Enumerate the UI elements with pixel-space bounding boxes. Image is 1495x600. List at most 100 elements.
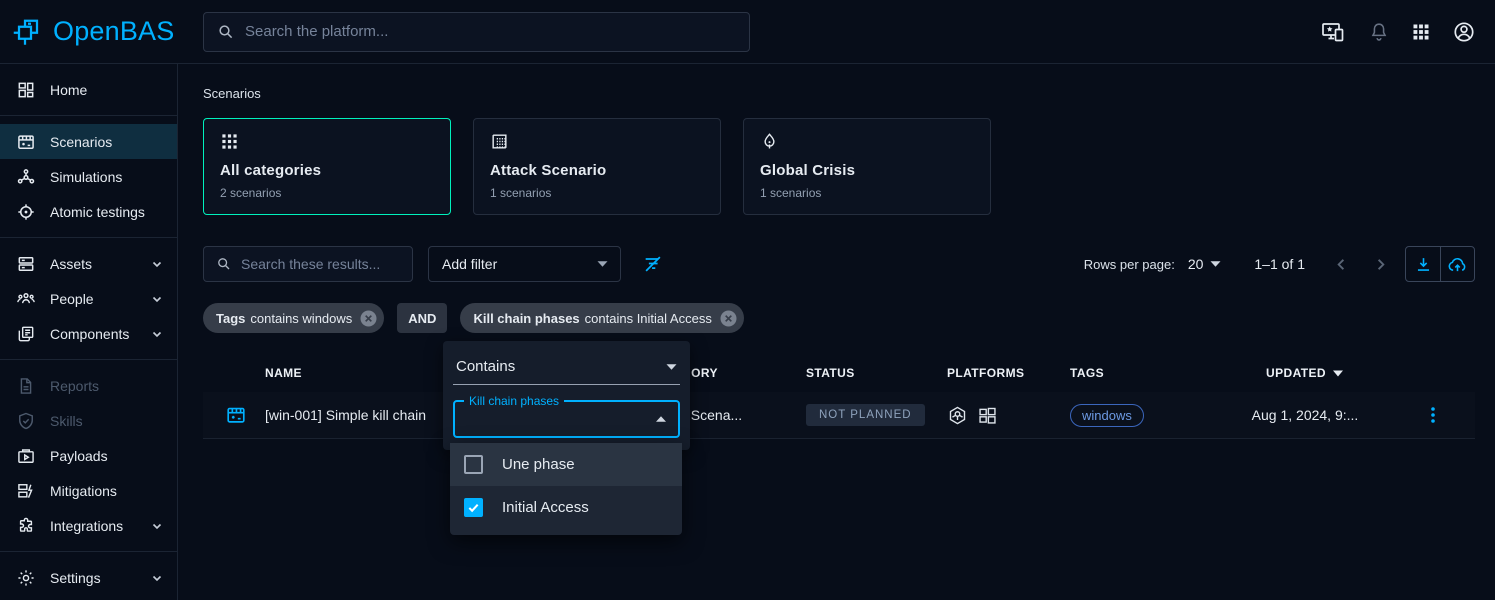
chevron-up-icon[interactable]	[655, 415, 667, 423]
hub-icon	[16, 167, 36, 187]
platform-search[interactable]	[203, 12, 750, 52]
sidebar-divider	[0, 551, 177, 552]
cloud-export-icon[interactable]	[1440, 247, 1474, 281]
option-label: Une phase	[502, 456, 575, 473]
previous-page-icon[interactable]	[1334, 257, 1349, 272]
column-header-status[interactable]: STATUS	[806, 366, 947, 380]
topbar-actions	[1320, 20, 1495, 44]
platform-search-input[interactable]	[245, 23, 736, 40]
remove-filter-icon[interactable]	[360, 310, 377, 327]
apps-grid-icon[interactable]	[1411, 22, 1431, 42]
pagination-controls: Rows per page: 20 1–1 of 1	[1084, 246, 1475, 282]
sidebar-item-label: Atomic testings	[50, 204, 145, 220]
breadcrumb: Scenarios	[203, 86, 1475, 101]
filter-chip-field: Kill chain phases	[473, 311, 579, 326]
scenario-row[interactable]: [win-001] Simple kill chain Attack Scena…	[203, 392, 1475, 439]
search-icon	[217, 23, 235, 41]
sidebar-item-label: Skills	[50, 413, 83, 429]
next-page-icon[interactable]	[1373, 257, 1388, 272]
filter-chip-condition: contains windows	[250, 311, 352, 326]
checkbox-unchecked[interactable]	[464, 455, 483, 474]
sidebar-item-label: Payloads	[50, 448, 108, 464]
clear-filters-icon[interactable]	[634, 246, 672, 282]
category-card-title: Global Crisis	[760, 162, 974, 179]
rows-per-page-label: Rows per page:	[1084, 257, 1175, 272]
openbas-logo-icon	[10, 14, 46, 50]
top-bar: OpenBAS	[0, 0, 1495, 64]
sidebar-nav: Home Scenarios	[0, 64, 178, 600]
filter-chip-kill-chain[interactable]: Kill chain phases contains Initial Acces…	[460, 303, 743, 333]
sidebar-item-label: Integrations	[50, 518, 123, 534]
sidebar-item-label: Settings	[50, 570, 101, 586]
sidebar-item-scenarios[interactable]: Scenarios	[0, 124, 177, 159]
sidebar-item-people[interactable]: People	[0, 281, 177, 316]
sidebar-divider	[0, 237, 177, 238]
scenario-tags-cell: windows	[1070, 404, 1220, 427]
category-card-attack-scenario[interactable]: Attack Scenario 1 scenarios	[473, 118, 721, 215]
filter-operator-value: Contains	[456, 358, 515, 375]
row-menu-kebab-icon[interactable]	[1390, 405, 1475, 425]
hexagon-platform-icon	[947, 405, 968, 426]
rows-per-page-select[interactable]: 20	[1188, 256, 1222, 272]
payload-box-icon	[16, 446, 36, 466]
filter-chip-tags[interactable]: Tags contains windows	[203, 303, 384, 333]
category-card-count: 1 scenarios	[760, 186, 974, 200]
option-une-phase[interactable]: Une phase	[450, 443, 682, 486]
sidebar-item-label: Components	[50, 326, 129, 342]
filter-operator-select[interactable]: Contains	[453, 356, 680, 385]
results-search-input[interactable]	[241, 256, 400, 272]
filter-operator-chip[interactable]: AND	[397, 303, 447, 333]
results-search[interactable]	[203, 246, 413, 282]
sidebar-item-label: Home	[50, 82, 87, 98]
download-csv-icon[interactable]	[1406, 247, 1440, 281]
scenario-updated: Aug 1, 2024, 9:...	[1220, 407, 1390, 423]
sidebar-item-label: Mitigations	[50, 483, 117, 499]
notifications-bell-icon[interactable]	[1368, 21, 1390, 43]
scenario-platforms	[947, 405, 1070, 426]
target-icon	[16, 202, 36, 222]
chevron-down-icon	[597, 260, 608, 268]
option-initial-access[interactable]: Initial Access	[450, 486, 682, 529]
grid-dots-icon	[220, 132, 434, 151]
kill-chain-phases-input-label: Kill chain phases	[464, 394, 564, 408]
sidebar-item-mitigations[interactable]: Mitigations	[0, 473, 177, 508]
category-card-all[interactable]: All categories 2 scenarios	[203, 118, 451, 215]
category-card-count: 2 scenarios	[220, 186, 434, 200]
kill-chain-options-menu: Une phase Initial Access	[450, 443, 682, 535]
account-circle-icon[interactable]	[1452, 20, 1476, 44]
sidebar-item-assets[interactable]: Assets	[0, 246, 177, 281]
sidebar-item-integrations[interactable]: Integrations	[0, 508, 177, 543]
sidebar-item-payloads[interactable]: Payloads	[0, 438, 177, 473]
sidebar-item-label: Scenarios	[50, 134, 112, 150]
chevron-down-icon	[151, 572, 163, 584]
sidebar-item-components[interactable]: Components	[0, 316, 177, 351]
rows-per-page-value: 20	[1188, 256, 1204, 272]
column-header-updated[interactable]: UPDATED	[1220, 366, 1390, 380]
server-stack-icon	[16, 254, 36, 274]
tag-chip-windows[interactable]: windows	[1070, 404, 1144, 427]
chevron-down-icon	[1210, 260, 1221, 268]
dashboard-icon	[16, 80, 36, 100]
sidebar-divider	[0, 359, 177, 360]
column-header-tags[interactable]: TAGS	[1070, 366, 1220, 380]
option-label: Initial Access	[502, 499, 589, 516]
windows-icon	[977, 405, 998, 426]
filter-chip-field: Tags	[216, 311, 245, 326]
sidebar-item-settings[interactable]: Settings	[0, 560, 177, 595]
add-filter-select[interactable]: Add filter	[428, 246, 621, 282]
category-card-title: All categories	[220, 162, 434, 179]
kill-chain-phases-input[interactable]: Kill chain phases	[453, 400, 680, 438]
crisis-flame-icon	[760, 132, 974, 151]
category-card-global-crisis[interactable]: Global Crisis 1 scenarios	[743, 118, 991, 215]
devices-star-icon[interactable]	[1320, 20, 1347, 44]
remove-filter-icon[interactable]	[720, 310, 737, 327]
sidebar-item-home[interactable]: Home	[0, 72, 177, 107]
category-cards: All categories 2 scenarios Attack Scenar…	[203, 118, 1475, 215]
sidebar-item-atomic-testings[interactable]: Atomic testings	[0, 194, 177, 229]
checkbox-checked[interactable]	[464, 498, 483, 517]
sidebar-item-simulations[interactable]: Simulations	[0, 159, 177, 194]
openbas-logo[interactable]: OpenBAS	[0, 14, 178, 50]
column-header-platforms[interactable]: PLATFORMS	[947, 366, 1070, 380]
sidebar-item-label: People	[50, 291, 94, 307]
results-toolbar: Add filter Rows per page: 20	[203, 246, 1475, 282]
